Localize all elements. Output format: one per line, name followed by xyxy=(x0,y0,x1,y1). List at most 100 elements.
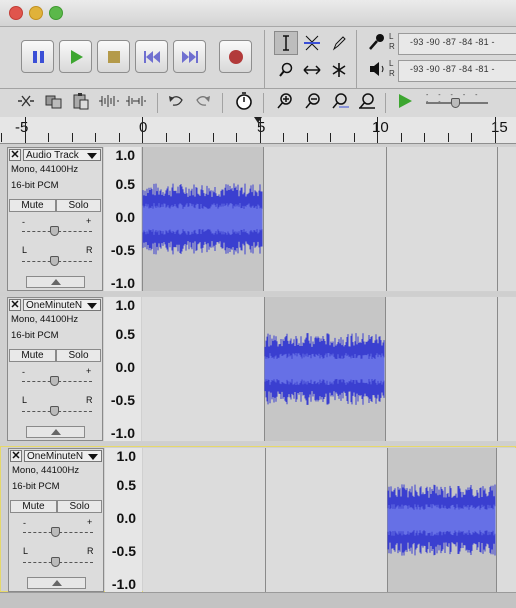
vertical-ruler-label: 0.0 xyxy=(116,510,136,526)
draw-tool-button[interactable] xyxy=(327,31,351,55)
close-track-button[interactable]: ✕ xyxy=(10,450,22,462)
close-track-button[interactable]: ✕ xyxy=(9,149,21,161)
playback-meter-r: R xyxy=(389,69,395,78)
undo-button[interactable] xyxy=(164,90,188,112)
record-icon xyxy=(228,49,243,64)
track-name-menu[interactable]: OneMinuteN xyxy=(23,299,101,311)
vertical-ruler[interactable]: 1.0 0.5 0.0 -0.5 -1.0 xyxy=(105,448,142,592)
gain-slider-thumb[interactable] xyxy=(50,376,59,386)
mute-button[interactable]: Mute xyxy=(9,349,56,362)
ruler-tick xyxy=(72,133,73,142)
window-titlebar xyxy=(0,0,516,27)
time-shift-tool-icon xyxy=(303,65,321,75)
track-control-panel[interactable]: ✕ OneMinuteN Mono, 44100Hz 16-bit PCM Mu… xyxy=(7,297,103,441)
multi-tool-button[interactable] xyxy=(327,58,351,82)
speed-slider-thumb[interactable] xyxy=(451,98,460,108)
vertical-ruler-label: -1.0 xyxy=(110,275,135,291)
cut-button[interactable] xyxy=(14,90,38,112)
track-control-panel[interactable]: ✕ Audio Track Mono, 44100Hz 16-bit PCM M… xyxy=(7,147,103,291)
sync-lock-button[interactable] xyxy=(232,90,256,112)
collapse-track-button[interactable] xyxy=(26,426,85,438)
close-track-button[interactable]: ✕ xyxy=(9,299,21,311)
selection-tool-button[interactable] xyxy=(274,31,298,55)
toolbar-separator xyxy=(263,93,264,113)
waveform-area[interactable] xyxy=(142,297,516,441)
copy-button[interactable] xyxy=(42,90,66,112)
waveform-area[interactable] xyxy=(142,147,516,291)
vertical-ruler-label: 0.5 xyxy=(115,326,135,342)
track-control-panel[interactable]: ✕ OneMinuteN Mono, 44100Hz 16-bit PCM Mu… xyxy=(8,448,104,592)
timeline-ruler[interactable]: -5 0 5 10 15 xyxy=(0,117,516,144)
vertical-ruler[interactable]: 1.0 0.5 0.0 -0.5 -1.0 xyxy=(104,297,141,441)
toolbar-divider xyxy=(0,88,516,89)
ruler-tick xyxy=(354,133,355,142)
track-format: Mono, 44100Hz xyxy=(11,314,79,325)
solo-button[interactable]: Solo xyxy=(56,349,101,362)
zoom-tool-icon xyxy=(279,62,293,77)
pause-button[interactable] xyxy=(21,40,54,73)
silence-button[interactable] xyxy=(124,90,148,112)
stop-button[interactable] xyxy=(97,40,130,73)
solo-button[interactable]: Solo xyxy=(57,500,102,513)
pan-slider-thumb[interactable] xyxy=(50,406,59,416)
ruler-label: 15 xyxy=(491,119,508,136)
microphone-icon xyxy=(369,34,384,50)
paste-button[interactable] xyxy=(69,90,93,112)
vertical-ruler-label: -0.5 xyxy=(111,543,136,559)
playback-speed-slider[interactable]: - - - - - - - - xyxy=(424,92,490,112)
audio-track[interactable]: ✕ Audio Track Mono, 44100Hz 16-bit PCM M… xyxy=(0,146,516,292)
close-window-button[interactable] xyxy=(9,6,23,20)
zoom-in-button[interactable] xyxy=(273,90,297,112)
track-name-menu[interactable]: OneMinuteN xyxy=(24,450,102,462)
clip-boundary xyxy=(497,297,498,441)
waveform xyxy=(264,333,385,405)
mute-button[interactable]: Mute xyxy=(9,199,56,212)
record-button[interactable] xyxy=(219,40,252,73)
ruler-label: 0 xyxy=(139,119,148,136)
time-shift-tool-button[interactable] xyxy=(300,58,324,82)
redo-button[interactable] xyxy=(191,90,215,112)
zoom-out-button[interactable] xyxy=(301,90,325,112)
mute-button[interactable]: Mute xyxy=(10,500,57,513)
solo-button[interactable]: Solo xyxy=(56,199,101,212)
minimize-window-button[interactable] xyxy=(29,6,43,20)
skip-to-start-button[interactable] xyxy=(135,40,168,73)
envelope-tool-icon xyxy=(304,35,320,51)
collapse-track-button[interactable] xyxy=(27,577,86,589)
waveform-area[interactable] xyxy=(143,448,516,592)
play-button[interactable] xyxy=(59,40,92,73)
gain-slider-thumb[interactable] xyxy=(50,226,59,236)
track-name-menu[interactable]: Audio Track xyxy=(23,149,101,161)
zoom-window-button[interactable] xyxy=(49,6,63,20)
envelope-tool-button[interactable] xyxy=(300,31,324,55)
chevron-down-icon xyxy=(88,454,98,460)
skip-to-end-button[interactable] xyxy=(173,40,206,73)
audio-track[interactable]: ✕ OneMinuteN Mono, 44100Hz 16-bit PCM Mu… xyxy=(0,446,516,592)
gain-minus-label: - xyxy=(22,217,25,227)
horizontal-scrollbar[interactable] xyxy=(0,592,516,608)
record-meter-button[interactable] xyxy=(366,31,390,53)
pan-slider-thumb[interactable] xyxy=(51,557,60,567)
ruler-label: 10 xyxy=(372,119,389,136)
copy-icon xyxy=(45,95,62,109)
audio-track[interactable]: ✕ OneMinuteN Mono, 44100Hz 16-bit PCM Mu… xyxy=(0,296,516,442)
pause-icon xyxy=(32,50,44,63)
speaker-icon xyxy=(370,62,384,76)
collapse-track-button[interactable] xyxy=(26,276,85,288)
fit-selection-button[interactable] xyxy=(328,90,352,112)
ruler-tick xyxy=(1,133,2,142)
playback-meter-button[interactable] xyxy=(366,58,390,80)
play-at-speed-button[interactable] xyxy=(393,90,417,112)
zoom-tool-button[interactable] xyxy=(274,58,298,82)
track-name: OneMinuteN xyxy=(26,300,83,311)
ruler-tick xyxy=(213,133,214,142)
pan-slider-thumb[interactable] xyxy=(50,256,59,266)
vertical-ruler[interactable]: 1.0 0.5 0.0 -0.5 -1.0 xyxy=(104,147,141,291)
fit-project-button[interactable] xyxy=(355,90,379,112)
ruler-tick xyxy=(283,133,284,142)
trim-button[interactable] xyxy=(97,90,121,112)
toolbar-separator xyxy=(264,30,265,88)
vertical-ruler-label: 1.0 xyxy=(116,448,136,464)
fit-selection-icon xyxy=(332,93,349,109)
gain-slider-thumb[interactable] xyxy=(51,527,60,537)
